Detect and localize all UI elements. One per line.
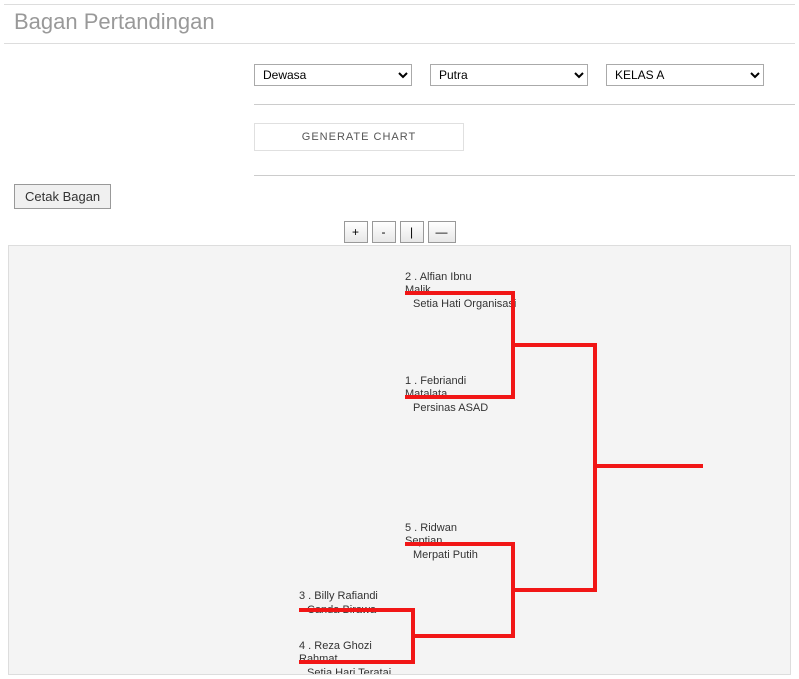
generate-chart-button[interactable]: GENERATE CHART	[254, 123, 464, 151]
controls-area: Dewasa Putra KELAS A GENERATE CHART	[254, 44, 795, 175]
vertical-layout-button[interactable]: |	[400, 221, 424, 243]
bracket-line	[405, 395, 515, 399]
horizontal-layout-button[interactable]: —	[428, 221, 456, 243]
bracket-entry: 3 . Billy Rafiandi Canda Birawa	[299, 589, 378, 617]
zoom-bar: + - | —	[4, 221, 795, 243]
bracket-line	[511, 343, 597, 347]
bracket-line	[405, 291, 515, 295]
zoom-out-button[interactable]: -	[372, 221, 396, 243]
print-row: Cetak Bagan	[4, 176, 795, 217]
print-bracket-button[interactable]: Cetak Bagan	[14, 184, 111, 209]
bracket-entry: 4 . Reza Ghozi Rahmat Setia Hari Teratai	[299, 639, 391, 675]
generate-row: GENERATE CHART	[254, 123, 795, 151]
bracket-line	[593, 464, 703, 468]
gender-select[interactable]: Putra	[430, 64, 588, 86]
page-title: Bagan Pertandingan	[4, 4, 795, 44]
class-select[interactable]: KELAS A	[606, 64, 764, 86]
select-row: Dewasa Putra KELAS A	[254, 64, 795, 86]
bracket-line	[411, 634, 515, 638]
zoom-in-button[interactable]: +	[344, 221, 368, 243]
age-group-select[interactable]: Dewasa	[254, 64, 412, 86]
bracket-canvas[interactable]: 2 . Alfian Ibnu Malik Setia Hati Organis…	[8, 245, 791, 675]
bracket-line	[511, 588, 597, 592]
bracket-line	[299, 608, 415, 612]
bracket-line	[299, 660, 415, 664]
bracket-line	[405, 542, 515, 546]
